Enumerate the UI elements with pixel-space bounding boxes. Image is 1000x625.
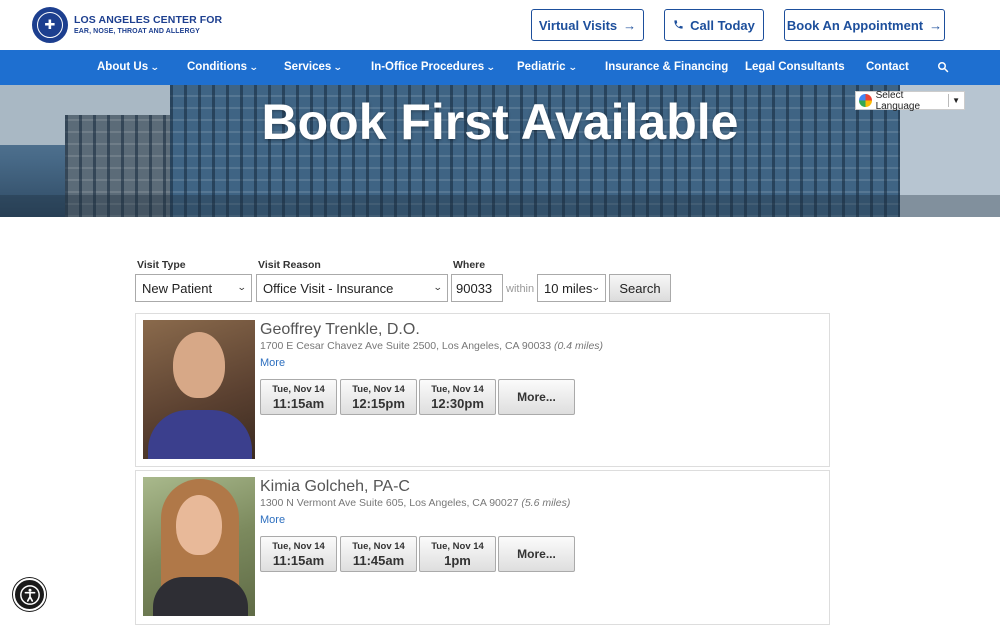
provider-name[interactable]: Geoffrey Trenkle, D.O. [260,321,420,339]
triangle-down-icon: ▼ [952,96,960,105]
arrow-right-icon: → [929,17,943,33]
book-appointment-button[interactable]: Book An Appointment → [784,9,945,41]
page-title: Book First Available [261,94,739,150]
nav-item-about-us[interactable]: About Us ⌄ [97,50,160,85]
provider-more-link[interactable]: More [260,357,285,369]
nav-item-pediatric[interactable]: Pediatric ⌄ [517,50,578,85]
appointment-slot[interactable]: Tue, Nov 14 11:15am [260,536,337,572]
provider-more-link[interactable]: More [260,514,285,526]
main-nav: About Us ⌄ Conditions ⌄ Services ⌄ In-Offic… [0,50,1000,85]
logo-line-1: LOS ANGELES CENTER FOR [74,13,223,26]
appointment-slot[interactable]: Tue, Nov 14 12:30pm [419,379,496,415]
chevron-down-icon: ⌄ [333,62,344,72]
nav-item-contact[interactable]: Contact [866,50,909,85]
appointment-slot[interactable]: Tue, Nov 14 1pm [419,536,496,572]
more-slots-button[interactable]: More... [498,536,575,572]
book-appointment-label: Book An Appointment [786,17,924,33]
language-select[interactable]: Select Language ▼ [855,89,965,112]
site-header: ✚ LOS ANGELES CENTER FOR EAR, NOSE, THRO… [0,0,1000,50]
nav-item-services[interactable]: Services ⌄ [284,50,344,85]
where-label: Where [453,259,486,271]
appointment-slot[interactable]: Tue, Nov 14 11:45am [340,536,417,572]
provider-card: Kimia Golcheh, PA-C 1300 N Vermont Ave S… [135,470,830,625]
provider-photo[interactable] [143,320,255,459]
visit-reason-select[interactable]: Office Visit - Insurance ⌄ [256,274,448,302]
chevron-down-icon: ⌄ [591,282,602,292]
chevron-down-icon: ⌄ [248,62,259,72]
site-logo[interactable]: ✚ LOS ANGELES CENTER FOR EAR, NOSE, THRO… [32,7,222,43]
logo-seal-icon: ✚ [32,7,68,43]
language-select-label: Select Language [875,89,921,112]
visit-reason-label: Visit Reason [258,259,321,271]
phone-icon [673,18,684,33]
appointment-slot[interactable]: Tue, Nov 14 12:15pm [340,379,417,415]
more-slots-button[interactable]: More... [498,379,575,415]
visit-type-label: Visit Type [137,259,186,271]
chevron-down-icon: ⌄ [485,62,496,72]
google-icon [859,94,872,107]
accessibility-icon[interactable] [13,578,46,611]
provider-name[interactable]: Kimia Golcheh, PA-C [260,478,410,496]
provider-distance: (0.4 miles) [554,340,604,352]
zip-input[interactable]: 90033 [451,274,503,302]
radius-select[interactable]: 10 miles ⌄ [537,274,606,302]
within-text: within [506,283,535,295]
nav-item-conditions[interactable]: Conditions ⌄ [187,50,259,85]
call-today-label: Call Today [690,17,755,33]
virtual-visits-label: Virtual Visits [538,17,618,33]
virtual-visits-button[interactable]: Virtual Visits → [531,9,644,41]
provider-photo[interactable] [143,477,255,616]
chevron-down-icon: ⌄ [237,282,248,292]
visit-type-select[interactable]: New Patient ⌄ [135,274,252,302]
provider-address: 1300 N Vermont Ave Suite 605, Los Angele… [260,497,571,509]
chevron-down-icon: ⌄ [433,282,444,292]
provider-card: Geoffrey Trenkle, D.O. 1700 E Cesar Chav… [135,313,830,467]
chevron-down-icon: ⌄ [567,62,578,72]
search-icon[interactable] [937,50,949,85]
nav-item-legal-consultants[interactable]: Legal Consultants [745,50,845,85]
hero-banner: Book First Available Select Language ▼ [0,85,1000,217]
appointment-slot[interactable]: Tue, Nov 14 11:15am [260,379,337,415]
nav-item-insurance-financing[interactable]: Insurance & Financing [605,50,728,85]
search-button[interactable]: Search [609,274,671,302]
provider-distance: (5.6 miles) [521,497,571,509]
logo-line-2: EAR, NOSE, THROAT AND ALLERGY [74,27,200,35]
arrow-right-icon: → [623,17,637,33]
chevron-down-icon: ⌄ [149,62,160,72]
provider-address: 1700 E Cesar Chavez Ave Suite 2500, Los … [260,340,604,352]
call-today-button[interactable]: Call Today [664,9,764,41]
nav-item-in-office-procedures[interactable]: In-Office Procedures ⌄ [371,50,496,85]
